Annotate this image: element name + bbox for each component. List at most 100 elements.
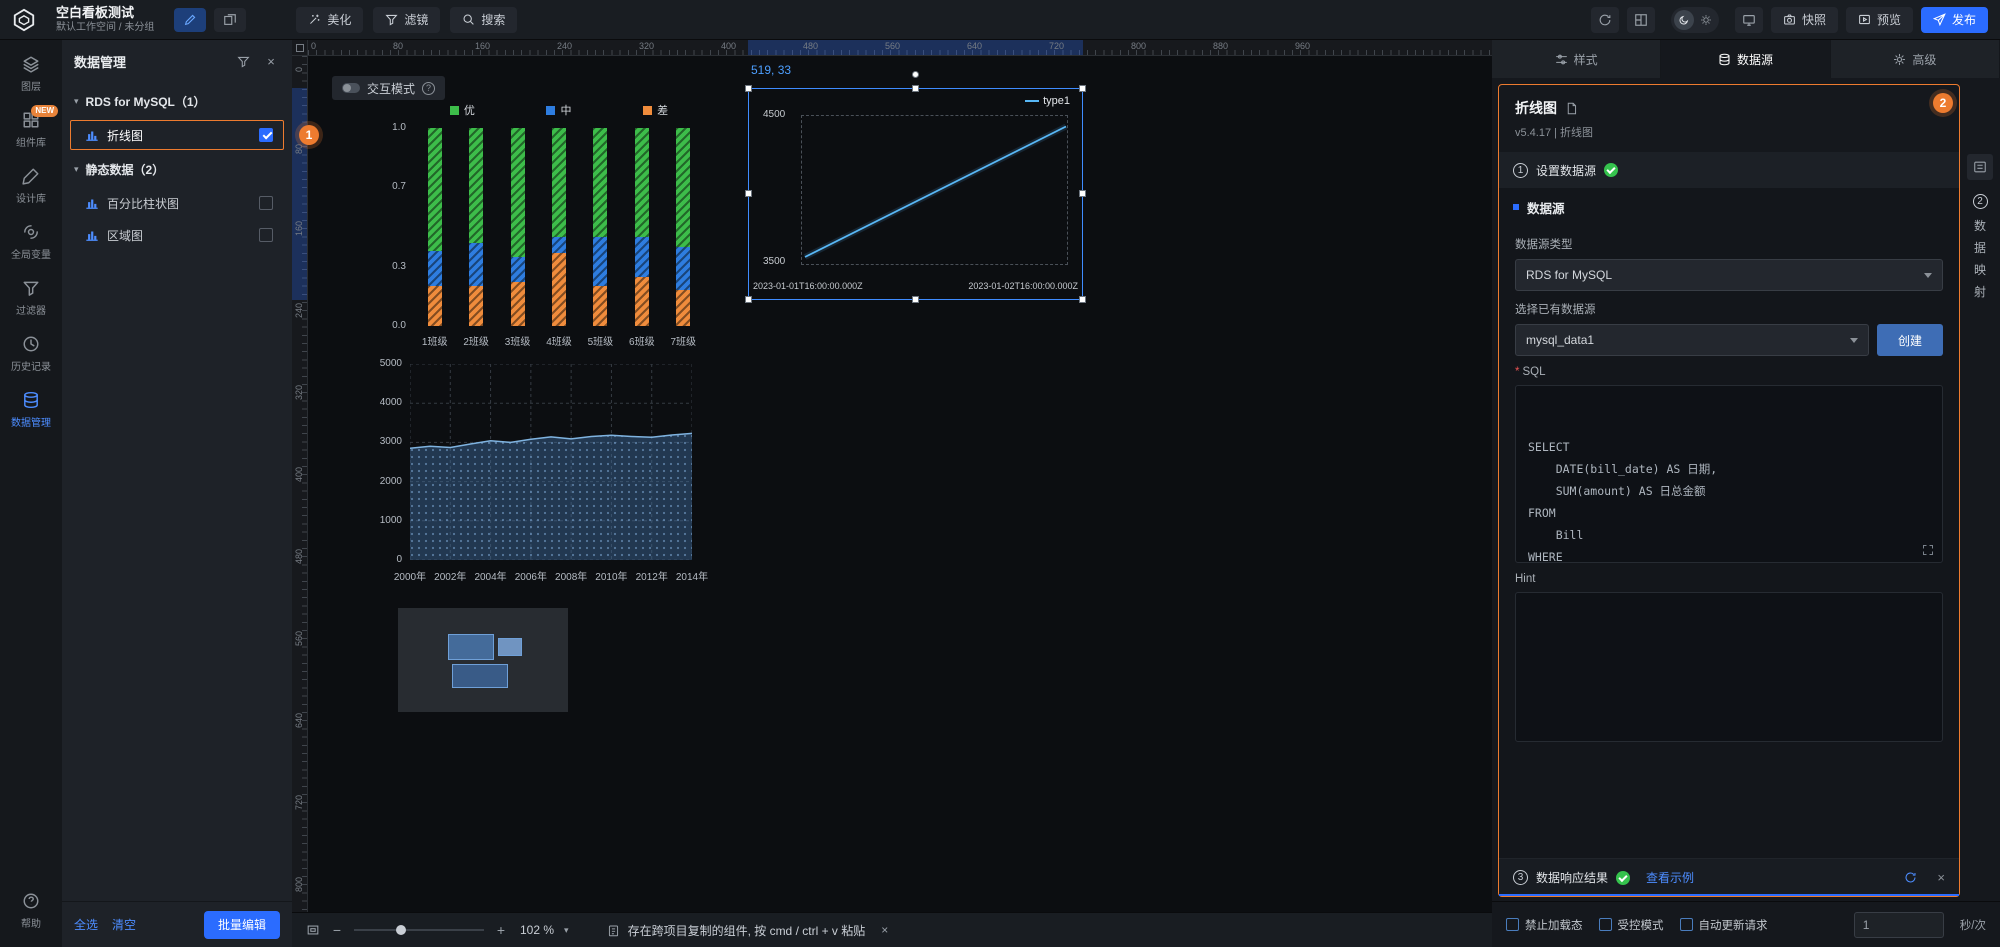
mapping-char: 映 bbox=[1974, 261, 1986, 278]
tree-group-name: 静态数据（2） bbox=[86, 161, 165, 178]
option-checkbox[interactable] bbox=[1680, 918, 1693, 931]
data-mapping-strip[interactable]: 2 数据映射 bbox=[1960, 84, 2000, 897]
tree-item-label: 折线图 bbox=[107, 127, 251, 144]
datasource-select[interactable]: mysql_data1 bbox=[1515, 324, 1869, 356]
item-checkbox[interactable] bbox=[259, 196, 273, 210]
line-chart-widget-selected[interactable]: 519, 33 type1 4500 3500 2023-01-01T16:00… bbox=[748, 88, 1083, 300]
preview-button[interactable]: 预览 bbox=[1846, 7, 1913, 33]
interact-mode-toggle[interactable]: 交互模式 ? bbox=[332, 76, 445, 100]
rail-item-variables[interactable]: 全局变量 bbox=[0, 214, 62, 270]
expand-icon[interactable] bbox=[1922, 544, 1934, 556]
tab-样式[interactable]: 样式 bbox=[1492, 40, 1661, 78]
edit-mode-button[interactable] bbox=[174, 8, 206, 32]
tree-item[interactable]: 区域图 bbox=[70, 220, 284, 250]
rail-item-help[interactable]: 帮助 bbox=[0, 883, 62, 939]
bar-segment bbox=[469, 286, 483, 326]
minimap-thumbnail[interactable] bbox=[398, 608, 568, 712]
beautify-button[interactable]: 美化 bbox=[296, 7, 363, 33]
snapshot-button[interactable]: 快照 bbox=[1771, 7, 1838, 33]
layout-grid-button[interactable] bbox=[1627, 7, 1655, 33]
option-checkbox[interactable] bbox=[1506, 918, 1519, 931]
close-result-icon[interactable]: × bbox=[1937, 870, 1945, 885]
sql-editor[interactable]: SELECT DATE(bill_date) AS 日期, SUM(amount… bbox=[1515, 385, 1943, 563]
app-logo[interactable] bbox=[0, 0, 48, 40]
slider-knob[interactable] bbox=[396, 925, 406, 935]
page-config-button[interactable] bbox=[214, 8, 246, 32]
hint-input[interactable] bbox=[1515, 592, 1943, 742]
rail-item-design[interactable]: 设计库 bbox=[0, 158, 62, 214]
clear-link[interactable]: 清空 bbox=[112, 916, 136, 933]
rail-item-label: 图层 bbox=[21, 78, 41, 93]
panel-filter-icon[interactable] bbox=[234, 55, 252, 68]
document-icon[interactable] bbox=[1565, 102, 1578, 115]
tab-高级[interactable]: 高级 bbox=[1831, 40, 2000, 78]
filter-icon bbox=[385, 13, 398, 26]
rail-item-history[interactable]: 历史记录 bbox=[0, 326, 62, 382]
rail-item-components[interactable]: 组件库NEW bbox=[0, 102, 62, 158]
resize-handle-se[interactable] bbox=[1079, 296, 1086, 303]
refresh-icon[interactable] bbox=[1904, 871, 1917, 884]
zoom-in-button[interactable]: + bbox=[494, 922, 508, 938]
resize-handle-w[interactable] bbox=[745, 190, 752, 197]
panel-footer: 全选 清空 批量编辑 bbox=[62, 901, 292, 947]
resize-handle-s[interactable] bbox=[912, 296, 919, 303]
data-response-section[interactable]: 3 数据响应结果 查看示例 × bbox=[1499, 858, 1959, 896]
resize-handle-ne[interactable] bbox=[1079, 85, 1086, 92]
view-example-link[interactable]: 查看示例 bbox=[1646, 869, 1694, 886]
item-checkbox[interactable] bbox=[259, 128, 273, 142]
fit-screen-icon[interactable] bbox=[306, 923, 320, 937]
resize-handle-n[interactable] bbox=[912, 85, 919, 92]
search-button[interactable]: 搜索 bbox=[450, 7, 517, 33]
rail-item-funnel[interactable]: 过滤器 bbox=[0, 270, 62, 326]
topbar: 空白看板测试 默认工作空间 / 未分组 美化 滤镜 搜索 bbox=[0, 0, 2000, 40]
bar-segment bbox=[511, 282, 525, 326]
publish-screen-button[interactable] bbox=[1735, 7, 1763, 33]
create-datasource-button[interactable]: 创建 bbox=[1877, 324, 1943, 356]
tree-group-header[interactable]: ▾静态数据（2） bbox=[62, 152, 292, 186]
vertical-ruler[interactable]: 080160240320400480560640720800 bbox=[292, 56, 308, 912]
bar-segment bbox=[593, 237, 607, 287]
legend-label: type1 bbox=[1043, 95, 1070, 107]
ruler-number: 560 bbox=[885, 41, 900, 51]
tab-数据源[interactable]: 数据源 bbox=[1661, 40, 1830, 78]
dismiss-message-icon[interactable]: × bbox=[881, 923, 888, 937]
select-all-link[interactable]: 全选 bbox=[74, 916, 98, 933]
tree-item[interactable]: 百分比柱状图 bbox=[70, 188, 284, 218]
option-checkbox[interactable] bbox=[1599, 918, 1612, 931]
theme-toggle[interactable] bbox=[1671, 7, 1719, 33]
interval-input[interactable] bbox=[1854, 912, 1944, 938]
resize-handle-nw[interactable] bbox=[745, 85, 752, 92]
rotate-handle[interactable] bbox=[912, 71, 919, 78]
stage[interactable]: 交互模式 ? 优中差1.00.70.30.01班级2班级3班级4班级5班级6班级… bbox=[308, 56, 1492, 912]
horizontal-ruler[interactable]: 080160240320400480560640720800880960 bbox=[308, 40, 1492, 56]
option-受控模式[interactable]: 受控模式 bbox=[1599, 917, 1664, 933]
zoom-slider[interactable] bbox=[354, 923, 484, 937]
preview-label: 预览 bbox=[1877, 11, 1901, 28]
resize-handle-e[interactable] bbox=[1079, 190, 1086, 197]
close-panel-icon[interactable]: × bbox=[262, 54, 280, 69]
zoom-out-button[interactable]: − bbox=[330, 922, 344, 938]
rail-item-layers[interactable]: 图层 bbox=[0, 46, 62, 102]
publish-button[interactable]: 发布 bbox=[1921, 7, 1988, 33]
option-自动更新请求[interactable]: 自动更新请求 bbox=[1680, 917, 1768, 933]
option-禁止加载态[interactable]: 禁止加载态 bbox=[1506, 917, 1583, 933]
tree-item[interactable]: 折线图1 bbox=[70, 120, 284, 150]
item-checkbox[interactable] bbox=[259, 228, 273, 242]
stacked-bar-chart-widget[interactable]: 优中差1.00.70.30.01班级2班级3班级4班级5班级6班级7班级 bbox=[378, 102, 708, 360]
tree-group-header[interactable]: ▾RDS for MySQL（1） bbox=[62, 84, 292, 118]
rail-item-database[interactable]: 数据管理 bbox=[0, 382, 62, 438]
bar bbox=[676, 128, 690, 326]
zoom-preset-caret[interactable]: ▾ bbox=[564, 925, 569, 936]
ruler-origin-toggle[interactable] bbox=[292, 40, 308, 56]
ruler-number: 640 bbox=[294, 713, 304, 728]
datasource-type-select[interactable]: RDS for MySQL bbox=[1515, 259, 1943, 291]
area-chart-widget[interactable]: 5000400030002000100002000年2002年2004年2006… bbox=[370, 358, 700, 590]
mapping-icon[interactable] bbox=[1967, 154, 1993, 180]
bar-segment bbox=[635, 128, 649, 237]
history-rollback-button[interactable] bbox=[1591, 7, 1619, 33]
batch-edit-button[interactable]: 批量编辑 bbox=[204, 911, 280, 939]
filter-button[interactable]: 滤镜 bbox=[373, 7, 440, 33]
resize-handle-sw[interactable] bbox=[745, 296, 752, 303]
step-set-datasource[interactable]: 1 设置数据源 bbox=[1499, 152, 1959, 188]
zoom-level[interactable]: 102 % bbox=[520, 923, 554, 937]
